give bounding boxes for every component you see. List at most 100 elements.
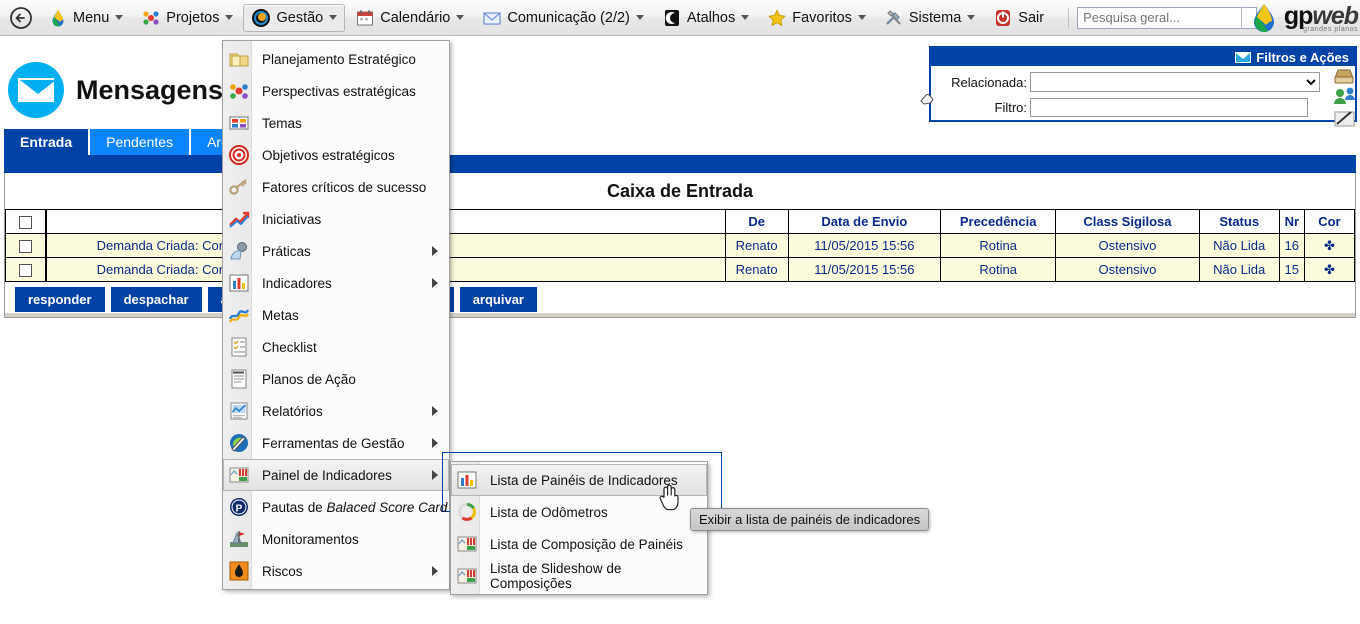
envelope-icon bbox=[482, 8, 502, 28]
chevron-down-icon bbox=[115, 15, 124, 20]
tab-entrada[interactable]: Entrada bbox=[4, 129, 89, 155]
menu-item-planejamento-estrategico[interactable]: Planejamento Estratégico bbox=[223, 43, 449, 75]
menu-item-perspectivas-estrategicas[interactable]: Perspectivas estratégicas bbox=[223, 75, 449, 107]
toolbar-item-label: Comunicação (2/2) bbox=[507, 9, 630, 26]
shortcuts-icon bbox=[662, 8, 682, 28]
submenu-item-label: Lista de Painéis de Indicadores bbox=[490, 472, 678, 488]
chevron-down-icon bbox=[456, 15, 465, 20]
envelope-glyph-icon bbox=[18, 78, 56, 102]
monitoring-icon bbox=[228, 528, 250, 550]
arquivar-button[interactable]: arquivar bbox=[459, 287, 537, 312]
logo-divider bbox=[1240, 7, 1242, 29]
menu-item-label: Metas bbox=[262, 307, 299, 323]
despachar-button[interactable]: despachar bbox=[110, 287, 202, 312]
cell-nr: 15 bbox=[1278, 257, 1305, 282]
menu-item-label: Temas bbox=[262, 115, 302, 131]
menu-item-label: Monitoramentos bbox=[262, 531, 359, 547]
menu-item-temas[interactable]: Temas bbox=[223, 107, 449, 139]
table-row[interactable]: Demanda Criada: Constru Renato 11/05/201… bbox=[4, 257, 1356, 282]
perspectives-icon bbox=[228, 80, 250, 102]
menu-item-metas[interactable]: Metas bbox=[223, 299, 449, 331]
menu-item-indicadores[interactable]: Indicadores bbox=[223, 267, 449, 299]
row-select-cell[interactable] bbox=[4, 257, 47, 282]
toolbar-item-atalhos[interactable]: Atalhos bbox=[654, 4, 757, 32]
menu-item-label-plain: Pautas de bbox=[262, 499, 327, 515]
toolbar-item-sair[interactable]: Sair bbox=[985, 4, 1058, 32]
menu-item-label: Pautas de Balaced Score Card bbox=[262, 500, 447, 515]
back-arrow-icon[interactable] bbox=[8, 5, 34, 31]
menu-item-objetivos-estrategicos[interactable]: Objetivos estratégicos bbox=[223, 139, 449, 171]
menu-item-label: Ferramentas de Gestão bbox=[262, 435, 405, 451]
filtro-input[interactable] bbox=[1030, 98, 1308, 117]
chevron-down-icon bbox=[225, 15, 234, 20]
painel-indicadores-submenu: Lista de Painéis de Indicadores Lista de… bbox=[450, 461, 708, 595]
submenu-item-label: Lista de Composição de Painéis bbox=[490, 536, 683, 552]
gestao-icon bbox=[251, 8, 271, 28]
toolbar-item-sistema[interactable]: Sistema bbox=[876, 4, 983, 32]
menu-item-relatorios[interactable]: Relatórios bbox=[223, 395, 449, 427]
menu-item-label: Práticas bbox=[262, 243, 311, 259]
filtro-label: Filtro: bbox=[994, 100, 1028, 115]
gpweb-logo: gpweb grandes planos bbox=[1240, 1, 1359, 35]
menu-item-painel-de-indicadores[interactable]: Painel de Indicadores bbox=[223, 459, 449, 491]
eraser-icon bbox=[920, 93, 934, 105]
themes-grid-icon bbox=[228, 112, 250, 134]
toolbar-item-gestao[interactable]: Gestão bbox=[243, 3, 346, 32]
menu-item-label: Checklist bbox=[262, 339, 317, 355]
select-all-checkbox[interactable] bbox=[18, 216, 32, 230]
toolbar-item-menu[interactable]: Menu bbox=[40, 4, 131, 32]
chevron-down-icon bbox=[857, 15, 866, 20]
calendar-icon bbox=[355, 8, 375, 28]
toolbar-item-favoritos[interactable]: Favoritos bbox=[759, 4, 874, 32]
menu-item-label: Indicadores bbox=[262, 275, 332, 291]
menu-item-monitoramentos[interactable]: Monitoramentos bbox=[223, 523, 449, 555]
toolbar-item-label: Gestão bbox=[276, 9, 324, 26]
row-select-cell[interactable] bbox=[4, 233, 47, 258]
toolbar-item-comunicacao[interactable]: Comunicação (2/2) bbox=[474, 4, 652, 32]
toolbar-item-calendario[interactable]: Calendário bbox=[347, 4, 472, 32]
menu-item-iniciativas[interactable]: Iniciativas bbox=[223, 203, 449, 235]
toolbar-item-label: Calendário bbox=[380, 9, 451, 26]
filters-header: Filtros e Ações bbox=[931, 48, 1355, 66]
table-row[interactable]: Demanda Criada: Constru Renato 11/05/201… bbox=[4, 233, 1356, 258]
search-input[interactable] bbox=[1077, 6, 1258, 29]
reports-icon bbox=[228, 400, 250, 422]
menu-item-praticas[interactable]: Práticas bbox=[223, 235, 449, 267]
menu-item-checklist[interactable]: Checklist bbox=[223, 331, 449, 363]
menu-item-pautas-de-bsc[interactable]: P Pautas de Balaced Score Card bbox=[223, 491, 449, 523]
row-checkbox[interactable] bbox=[18, 240, 32, 254]
column-precedencia: Precedência bbox=[940, 209, 1057, 234]
select-all-cell[interactable] bbox=[4, 209, 47, 234]
chevron-down-icon bbox=[967, 15, 976, 20]
submenu-arrow-icon bbox=[432, 566, 438, 576]
bar-chart-icon bbox=[228, 272, 250, 294]
star-icon bbox=[767, 8, 787, 28]
submenu-item-lista-de-composicao-de-paineis[interactable]: Lista de Composição de Painéis bbox=[451, 528, 707, 560]
toolbar-item-label: Sistema bbox=[908, 9, 962, 26]
tab-label: Entrada bbox=[20, 134, 73, 150]
toolbar-item-label: Sair bbox=[1018, 9, 1045, 26]
relacionada-select[interactable] bbox=[1030, 72, 1320, 92]
mail-circle-icon bbox=[8, 62, 64, 118]
menu-item-planos-de-acao[interactable]: Planos de Ação bbox=[223, 363, 449, 395]
toolbar-item-projetos[interactable]: Projetos bbox=[133, 4, 241, 32]
menu-item-ferramentas-de-gestao[interactable]: Ferramentas de Gestão bbox=[223, 427, 449, 459]
menu-item-riscos[interactable]: Riscos bbox=[223, 555, 449, 587]
toolbar-item-label: Favoritos bbox=[792, 9, 852, 26]
cell-precedencia: Rotina bbox=[940, 233, 1057, 258]
menu-item-fatores-criticos[interactable]: Fatores críticos de sucesso bbox=[223, 171, 449, 203]
row-checkbox[interactable] bbox=[18, 264, 32, 278]
submenu-arrow-icon bbox=[432, 278, 438, 288]
tab-pendentes[interactable]: Pendentes bbox=[90, 129, 190, 155]
checklist-icon bbox=[228, 336, 250, 358]
responder-button[interactable]: responder bbox=[15, 287, 105, 312]
inbox-actions: responder despachar anotar encaminhar pe… bbox=[5, 282, 1355, 312]
cell-cor-icon[interactable]: ✤ bbox=[1303, 233, 1356, 258]
filters-panel: Filtros e Ações Relacionada: Filtro: bbox=[920, 46, 1357, 127]
filters-row-filtro: Filtro: bbox=[931, 98, 1355, 117]
menu-item-label: Relatórios bbox=[262, 403, 323, 419]
practices-icon bbox=[228, 240, 250, 262]
submenu-item-lista-de-slideshow-de-composicoes[interactable]: Lista de Slideshow de Composições bbox=[451, 560, 707, 592]
cell-class-sigilosa: Ostensivo bbox=[1055, 257, 1200, 282]
cell-cor-icon[interactable]: ✤ bbox=[1303, 257, 1356, 282]
